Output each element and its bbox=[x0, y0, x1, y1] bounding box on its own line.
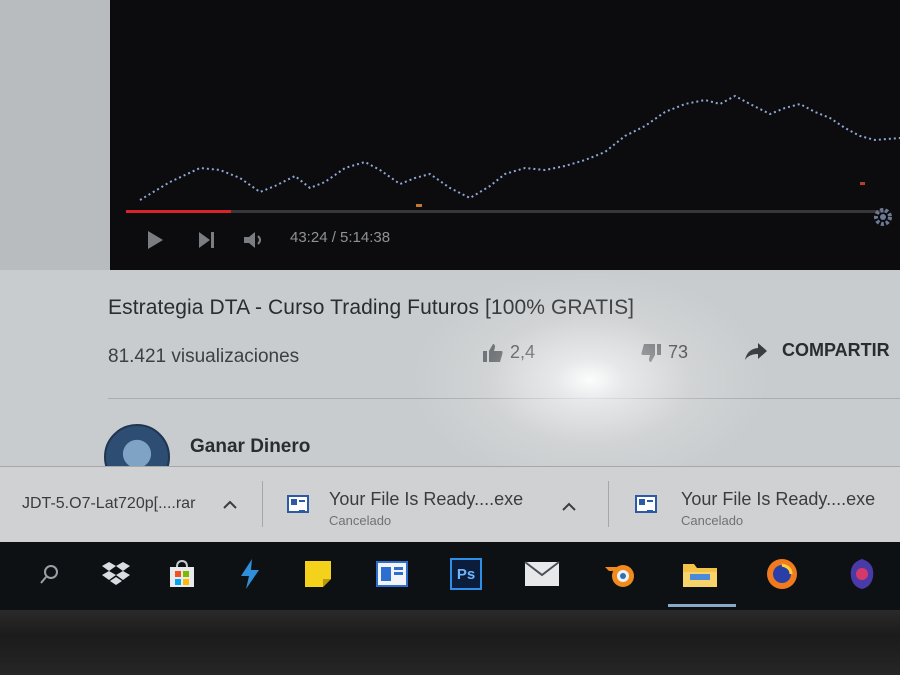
thumbs-up-icon bbox=[483, 343, 503, 362]
download-item[interactable]: JDT-5.O7-Lat720p[....rar bbox=[0, 467, 262, 543]
sticky-notes-icon bbox=[305, 561, 331, 587]
next-icon bbox=[199, 232, 214, 248]
settings-button[interactable] bbox=[870, 204, 896, 235]
dislike-count: 73 bbox=[668, 342, 689, 362]
share-label: COMPARTIR bbox=[782, 340, 890, 360]
window-file-icon bbox=[635, 495, 657, 513]
store-button[interactable] bbox=[162, 554, 202, 594]
chevron-up-icon[interactable] bbox=[561, 499, 577, 515]
channel-name[interactable]: Ganar Dinero bbox=[190, 436, 310, 458]
time-display: 43:24 / 5:14:38 bbox=[290, 229, 391, 246]
share-button[interactable]: COMPARTIR bbox=[744, 340, 890, 361]
photoshop-label: Ps bbox=[456, 565, 476, 583]
file-explorer-button[interactable] bbox=[680, 554, 720, 594]
taskbar: Ps bbox=[0, 542, 900, 610]
search-button[interactable] bbox=[30, 554, 70, 594]
video-player[interactable]: 43:24 / 5:14:38 bbox=[110, 0, 900, 270]
play-icon bbox=[148, 231, 163, 249]
blender-button[interactable] bbox=[600, 554, 640, 594]
progress-bar[interactable] bbox=[126, 210, 886, 213]
download-filename: Your File Is Ready....exe bbox=[681, 489, 876, 509]
video-frame-chart bbox=[139, 94, 900, 207]
view-count: 81.421 visualizaciones bbox=[108, 346, 300, 367]
bolt-icon bbox=[241, 559, 259, 589]
store-icon bbox=[170, 559, 194, 587]
download-status: Cancelado bbox=[681, 513, 744, 528]
blender-icon bbox=[605, 565, 634, 587]
window-file-icon bbox=[287, 495, 309, 513]
photoshop-icon: Ps bbox=[450, 558, 482, 590]
volume-button[interactable] bbox=[242, 228, 266, 252]
bolt-app-button[interactable] bbox=[230, 554, 270, 594]
photoshop-button[interactable]: Ps bbox=[446, 554, 486, 594]
like-count: 2,4 bbox=[510, 342, 536, 362]
thumbs-down-icon bbox=[641, 343, 661, 362]
dropbox-button[interactable] bbox=[96, 554, 136, 594]
like-button[interactable]: 2,4 bbox=[482, 342, 535, 363]
dropbox-icon bbox=[102, 562, 130, 585]
play-button[interactable] bbox=[144, 228, 166, 252]
settings-icon bbox=[874, 208, 892, 226]
firefox-button[interactable] bbox=[762, 554, 802, 594]
monitor-bezel bbox=[0, 610, 900, 675]
dislike-button[interactable]: 73 bbox=[640, 342, 688, 363]
download-item[interactable]: Your File Is Ready....exe Cancelado bbox=[263, 467, 608, 543]
share-arrow-icon bbox=[745, 342, 767, 360]
file-explorer-icon bbox=[683, 564, 717, 587]
firefox-icon bbox=[767, 559, 797, 589]
section-divider bbox=[108, 398, 900, 399]
volume-icon bbox=[244, 232, 261, 248]
window-app-icon bbox=[376, 561, 408, 587]
page-left-gutter bbox=[0, 0, 110, 270]
search-icon bbox=[40, 565, 58, 584]
active-app-indicator bbox=[668, 604, 736, 607]
window-app-button[interactable] bbox=[372, 554, 412, 594]
download-filename: Your File Is Ready....exe bbox=[329, 489, 524, 509]
sticky-notes-button[interactable] bbox=[298, 554, 338, 594]
progress-played bbox=[126, 210, 231, 213]
video-title: Estrategia DTA - Curso Trading Futuros [… bbox=[108, 296, 635, 319]
chevron-up-icon[interactable] bbox=[222, 497, 238, 513]
download-filename: JDT-5.O7-Lat720p[....rar bbox=[22, 495, 196, 512]
app-icon bbox=[850, 559, 874, 589]
download-bar: JDT-5.O7-Lat720p[....rar Your File Is Re… bbox=[0, 466, 900, 542]
mail-button[interactable] bbox=[522, 554, 562, 594]
browser-page: 43:24 / 5:14:38 Estrategia DTA - Curso T… bbox=[0, 0, 900, 510]
download-status: Cancelado bbox=[329, 513, 392, 528]
next-button[interactable] bbox=[196, 228, 218, 252]
mail-icon bbox=[524, 561, 560, 586]
app-button[interactable] bbox=[842, 554, 882, 594]
download-item[interactable]: Your File Is Ready....exe Cancelado bbox=[609, 467, 900, 543]
